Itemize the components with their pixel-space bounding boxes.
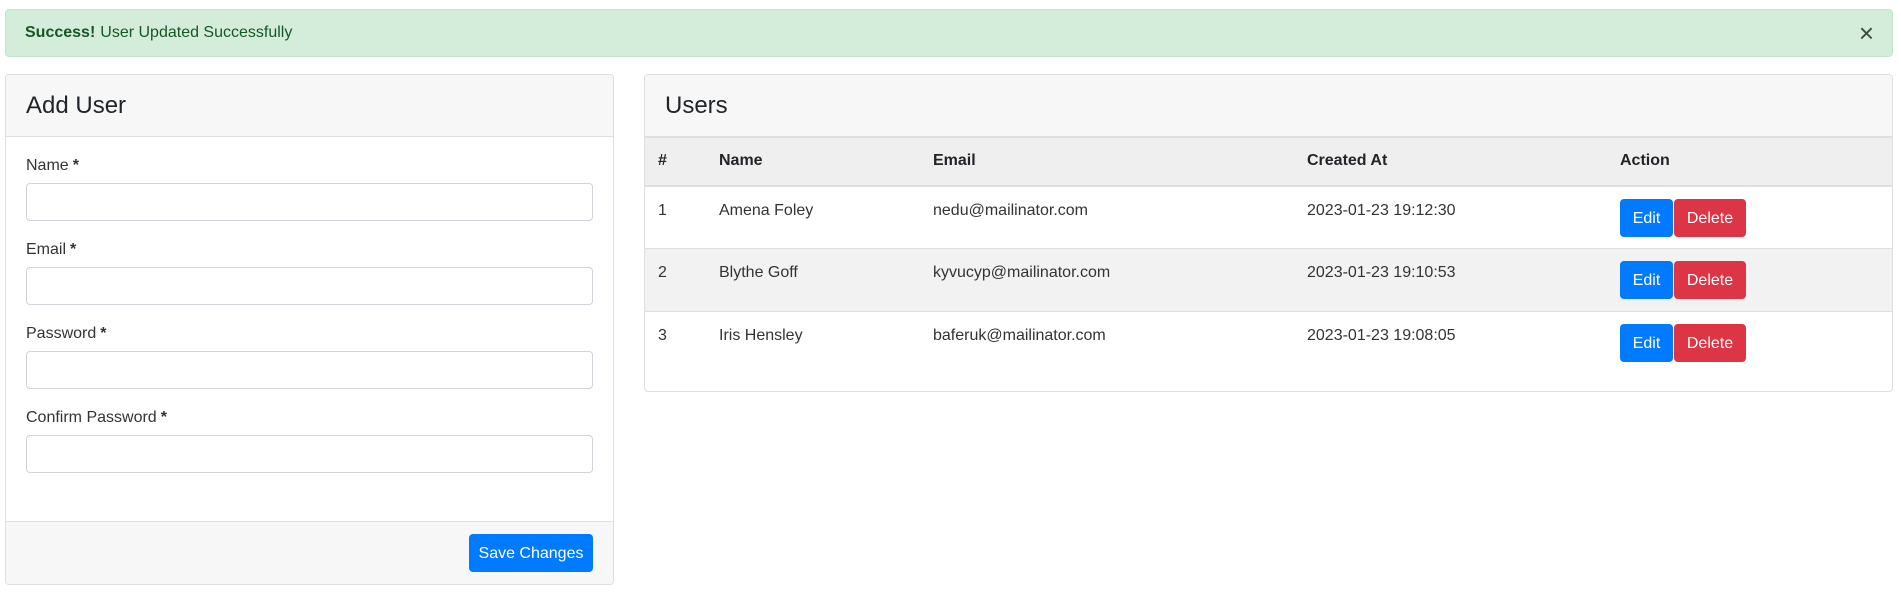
cell-created-at: 2023-01-23 19:10:53 [1294, 248, 1607, 312]
col-header-num: # [645, 137, 706, 187]
table-row: 2 Blythe Goff kyvucyp@mailinator.com 202… [645, 248, 1892, 312]
cell-action: Edit Delete [1607, 312, 1892, 375]
name-field[interactable] [26, 183, 593, 221]
edit-button[interactable]: Edit [1620, 261, 1673, 299]
add-user-card: Add User Name * Email * Password * Confirm … [5, 74, 614, 585]
col-header-name: Name [706, 137, 920, 187]
close-icon[interactable]: × [1859, 20, 1874, 46]
confirm-password-field[interactable] [26, 435, 593, 473]
delete-button[interactable]: Delete [1674, 198, 1746, 237]
edit-button[interactable]: Edit [1620, 198, 1673, 237]
col-header-created-at: Created At [1294, 137, 1607, 187]
users-table: # Name Email Created At Action 1 Amena F… [645, 137, 1892, 375]
cell-action: Edit Delete [1607, 185, 1892, 249]
email-label: Email * [26, 241, 77, 258]
save-changes-button[interactable]: Save Changes [469, 534, 593, 572]
table-header-row: # Name Email Created At Action [645, 137, 1892, 187]
confirm-password-label: Confirm Password * [26, 409, 167, 426]
add-user-title: Add User [6, 75, 613, 137]
col-header-action: Action [1607, 137, 1892, 187]
users-card: Users # Name Email Created At Action 1 A… [644, 74, 1893, 392]
password-group: Password * [26, 325, 593, 389]
cell-created-at: 2023-01-23 19:12:30 [1294, 185, 1607, 249]
name-label: Name * [26, 157, 79, 174]
users-title: Users [645, 75, 1892, 137]
cell-created-at: 2023-01-23 19:08:05 [1307, 327, 1456, 344]
add-user-form: Name * Email * Password * Confirm Password * [6, 137, 613, 473]
col-header-email: Email [920, 137, 1294, 187]
alert-strong: Success! [25, 24, 96, 41]
cell-email: baferuk@mailinator.com [933, 327, 1106, 344]
password-field[interactable] [26, 351, 593, 389]
delete-button[interactable]: Delete [1674, 261, 1746, 299]
cell-email: nedu@mailinator.com [920, 185, 1294, 249]
email-field[interactable] [26, 267, 593, 305]
cell-num: 2 [645, 248, 706, 312]
cell-name: Iris Hensley [719, 327, 803, 344]
email-group: Email * [26, 241, 593, 305]
cell-action: Edit Delete [1607, 248, 1892, 312]
delete-button[interactable]: Delete [1674, 324, 1746, 362]
cell-num: 1 [645, 185, 706, 249]
table-row: 3 Iris Hensley baferuk@mailinator.com 20… [645, 312, 1892, 375]
cell-name: Amena Foley [706, 185, 920, 249]
table-row: 1 Amena Foley nedu@mailinator.com 2023-0… [645, 185, 1892, 249]
add-user-footer: Save Changes [6, 521, 613, 584]
confirm-password-group: Confirm Password * [26, 409, 593, 473]
cell-num: 3 [658, 327, 667, 344]
alert-message: User Updated Successfully [100, 24, 293, 41]
name-group: Name * [26, 157, 593, 221]
cell-name: Blythe Goff [706, 248, 920, 312]
success-alert: Success! User Updated Successfully × [5, 9, 1893, 57]
edit-button[interactable]: Edit [1620, 324, 1673, 362]
cell-email: kyvucyp@mailinator.com [920, 248, 1294, 312]
password-label: Password * [26, 325, 107, 342]
